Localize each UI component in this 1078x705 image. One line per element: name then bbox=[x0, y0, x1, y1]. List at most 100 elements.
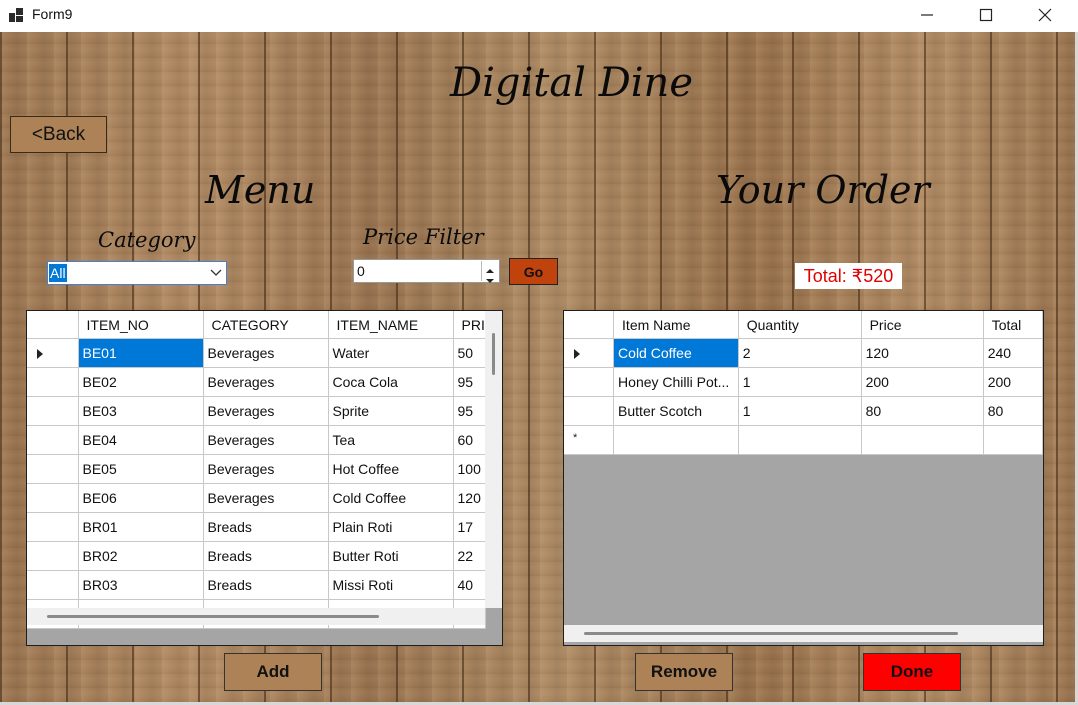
table-cell[interactable]: 60 bbox=[453, 425, 486, 455]
row-header[interactable] bbox=[27, 367, 79, 397]
table-cell[interactable]: Cold Coffee bbox=[328, 483, 454, 513]
row-header[interactable] bbox=[27, 425, 79, 455]
table-cell[interactable]: 80 bbox=[983, 396, 1043, 426]
row-header[interactable] bbox=[564, 338, 615, 368]
order-grid[interactable]: Item Name Quantity Price Total Cold Coff… bbox=[563, 310, 1044, 646]
row-header[interactable] bbox=[27, 570, 79, 600]
table-cell[interactable]: 80 bbox=[861, 396, 984, 426]
price-filter-stepper[interactable]: 0 bbox=[353, 259, 500, 283]
column-header[interactable]: Total bbox=[983, 311, 1043, 339]
table-cell[interactable]: Tea bbox=[328, 425, 454, 455]
table-cell[interactable]: BE04 bbox=[78, 425, 204, 455]
row-header[interactable] bbox=[564, 367, 615, 397]
table-cell[interactable]: 120 bbox=[453, 483, 486, 513]
table-row[interactable]: Cold Coffee 2 120 240 bbox=[564, 338, 1043, 368]
go-button[interactable]: Go bbox=[509, 258, 558, 285]
table-row[interactable]: BE03 Beverages Sprite 95 bbox=[27, 396, 486, 426]
table-cell[interactable]: BE02 bbox=[78, 367, 204, 397]
table-cell[interactable] bbox=[738, 425, 862, 455]
done-button[interactable]: Done bbox=[863, 653, 961, 691]
row-header[interactable] bbox=[27, 512, 79, 542]
table-cell[interactable]: Beverages bbox=[203, 454, 329, 484]
table-cell[interactable]: 120 bbox=[861, 338, 984, 368]
remove-button[interactable]: Remove bbox=[635, 653, 733, 691]
table-cell[interactable]: Plain Roti bbox=[328, 512, 454, 542]
add-button[interactable]: Add bbox=[224, 653, 322, 691]
table-cell[interactable]: 200 bbox=[983, 367, 1043, 397]
row-header[interactable] bbox=[27, 541, 79, 571]
back-button[interactable]: <Back bbox=[10, 116, 107, 153]
column-header[interactable]: Price bbox=[861, 311, 984, 339]
table-cell[interactable]: Butter Scotch bbox=[613, 396, 739, 426]
table-cell[interactable]: BR03 bbox=[78, 570, 204, 600]
table-row[interactable]: Honey Chilli Pot... 1 200 200 bbox=[564, 367, 1043, 397]
order-horizontal-scrollbar[interactable] bbox=[564, 625, 1043, 642]
table-cell[interactable]: 1 bbox=[738, 367, 862, 397]
scroll-thumb[interactable] bbox=[47, 615, 379, 618]
table-row[interactable]: BR03 Breads Missi Roti 40 bbox=[27, 570, 486, 600]
scroll-thumb[interactable] bbox=[492, 333, 495, 375]
table-cell[interactable]: Breads bbox=[203, 570, 329, 600]
row-header[interactable] bbox=[27, 396, 79, 426]
spin-up-button[interactable] bbox=[481, 261, 498, 273]
column-header[interactable]: ITEM_NO bbox=[78, 311, 204, 339]
menu-grid[interactable]: ITEM_NO CATEGORY ITEM_NAME PRI BE01 Bever… bbox=[26, 310, 503, 646]
row-header[interactable] bbox=[27, 338, 79, 368]
table-cell[interactable]: Butter Roti bbox=[328, 541, 454, 571]
category-dropdown[interactable]: All bbox=[47, 261, 227, 285]
row-header[interactable]: * bbox=[564, 425, 615, 455]
table-cell[interactable]: 240 bbox=[983, 338, 1043, 368]
column-header[interactable]: Quantity bbox=[738, 311, 862, 339]
table-cell[interactable]: 50 bbox=[453, 338, 486, 368]
row-header[interactable] bbox=[27, 483, 79, 513]
table-row[interactable]: BE05 Beverages Hot Coffee 100 bbox=[27, 454, 486, 484]
table-cell[interactable]: 95 bbox=[453, 396, 486, 426]
table-cell[interactable] bbox=[861, 425, 984, 455]
table-row[interactable]: BE01 Beverages Water 50 bbox=[27, 338, 486, 368]
table-cell[interactable]: Coca Cola bbox=[328, 367, 454, 397]
scroll-thumb[interactable] bbox=[584, 632, 958, 635]
table-cell[interactable]: Water bbox=[328, 338, 454, 368]
table-cell[interactable]: Beverages bbox=[203, 367, 329, 397]
table-cell[interactable]: Breads bbox=[203, 512, 329, 542]
table-cell[interactable]: Beverages bbox=[203, 483, 329, 513]
table-row[interactable]: BE02 Beverages Coca Cola 95 bbox=[27, 367, 486, 397]
new-row[interactable]: * bbox=[564, 425, 1043, 455]
table-cell[interactable]: Beverages bbox=[203, 396, 329, 426]
table-cell[interactable]: 2 bbox=[738, 338, 862, 368]
table-row[interactable]: BR01 Breads Plain Roti 17 bbox=[27, 512, 486, 542]
spin-down-button[interactable] bbox=[481, 271, 498, 283]
table-cell[interactable]: Hot Coffee bbox=[328, 454, 454, 484]
menu-vertical-scrollbar[interactable] bbox=[485, 311, 502, 608]
table-cell[interactable]: 1 bbox=[738, 396, 862, 426]
column-header[interactable]: ITEM_NAME bbox=[328, 311, 454, 339]
table-cell[interactable]: BR01 bbox=[78, 512, 204, 542]
table-row[interactable]: BE06 Beverages Cold Coffee 120 bbox=[27, 483, 486, 513]
menu-horizontal-scrollbar[interactable] bbox=[27, 608, 485, 625]
table-row[interactable]: BE04 Beverages Tea 60 bbox=[27, 425, 486, 455]
row-header[interactable] bbox=[27, 454, 79, 484]
table-cell[interactable]: Honey Chilli Pot... bbox=[613, 367, 739, 397]
table-cell[interactable]: Sprite bbox=[328, 396, 454, 426]
table-cell[interactable]: 22 bbox=[453, 541, 486, 571]
minimize-button[interactable] bbox=[898, 0, 956, 30]
table-cell[interactable] bbox=[613, 425, 739, 455]
table-cell[interactable]: BE05 bbox=[78, 454, 204, 484]
table-cell[interactable]: BE01 bbox=[78, 338, 204, 368]
table-cell[interactable]: 95 bbox=[453, 367, 486, 397]
table-cell[interactable] bbox=[983, 425, 1043, 455]
table-cell[interactable]: 100 bbox=[453, 454, 486, 484]
table-cell[interactable]: 40 bbox=[453, 570, 486, 600]
table-cell[interactable]: Missi Roti bbox=[328, 570, 454, 600]
column-header[interactable]: Item Name bbox=[613, 311, 739, 339]
table-cell[interactable]: Beverages bbox=[203, 338, 329, 368]
table-cell[interactable]: BR02 bbox=[78, 541, 204, 571]
table-cell[interactable]: BE06 bbox=[78, 483, 204, 513]
column-header[interactable]: CATEGORY bbox=[203, 311, 329, 339]
table-cell[interactable]: 17 bbox=[453, 512, 486, 542]
table-row[interactable]: Butter Scotch 1 80 80 bbox=[564, 396, 1043, 426]
close-button[interactable] bbox=[1016, 0, 1074, 30]
table-cell[interactable]: 200 bbox=[861, 367, 984, 397]
maximize-button[interactable] bbox=[957, 0, 1015, 30]
row-header[interactable] bbox=[564, 396, 615, 426]
